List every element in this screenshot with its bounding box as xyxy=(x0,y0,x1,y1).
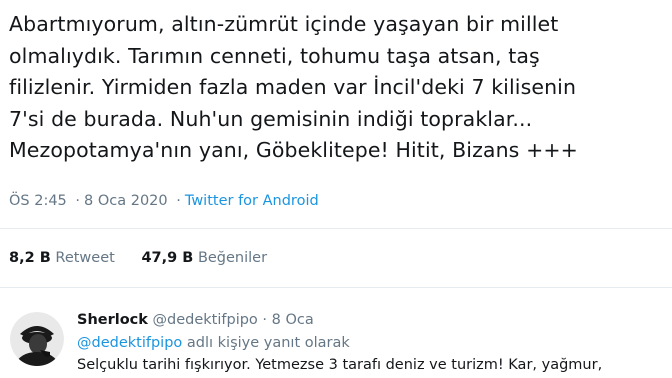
reply-author-name[interactable]: Sherlock xyxy=(77,312,148,328)
tweet-stats: 8,2 B Retweet 47,9 B Beğeniler xyxy=(9,250,289,266)
replying-to-suffix: adlı kişiye yanıt olarak xyxy=(186,335,350,351)
tweet-source-link[interactable]: Twitter for Android xyxy=(185,193,319,209)
tweet-text: Abartmıyorum, altın-zümrüt içinde yaşaya… xyxy=(9,12,578,162)
meta-separator: · xyxy=(75,193,81,209)
reply-text: Selçuklu tarihi fışkırıyor. Yetmezse 3 t… xyxy=(77,357,603,373)
retweet-count: 8,2 B xyxy=(9,250,51,266)
reply-header: Sherlock @dedektifpipo · 8 Oca xyxy=(77,312,314,328)
replying-to: @dedektifpipo adlı kişiye yanıt olarak xyxy=(77,335,350,351)
tweet-time: ÖS 2:45 xyxy=(9,193,67,209)
meta-separator: · xyxy=(176,193,181,209)
reply-tweet[interactable]: Sherlock @dedektifpipo · 8 Oca @dedektif… xyxy=(0,300,672,378)
replying-to-mention[interactable]: @dedektifpipo xyxy=(77,335,182,351)
like-label: Beğeniler xyxy=(197,250,268,266)
tweet-date[interactable]: 8 Oca 2020 xyxy=(84,193,168,209)
retweet-label: Retweet xyxy=(55,250,115,266)
sherlock-silhouette-icon xyxy=(10,312,64,366)
avatar[interactable] xyxy=(10,312,64,366)
tweet-meta: ÖS 2:45 · 8 Oca 2020 · Twitter for Android xyxy=(9,193,319,209)
like-stat[interactable]: 47,9 B Beğeniler xyxy=(141,250,267,266)
like-count: 47,9 B xyxy=(141,250,194,266)
divider xyxy=(0,287,672,288)
meta-separator: · xyxy=(262,312,268,328)
reply-date[interactable]: 8 Oca xyxy=(272,312,314,328)
retweet-stat[interactable]: 8,2 B Retweet xyxy=(9,250,115,266)
reply-author-handle[interactable]: @dedektifpipo xyxy=(153,312,258,328)
divider xyxy=(0,228,672,229)
